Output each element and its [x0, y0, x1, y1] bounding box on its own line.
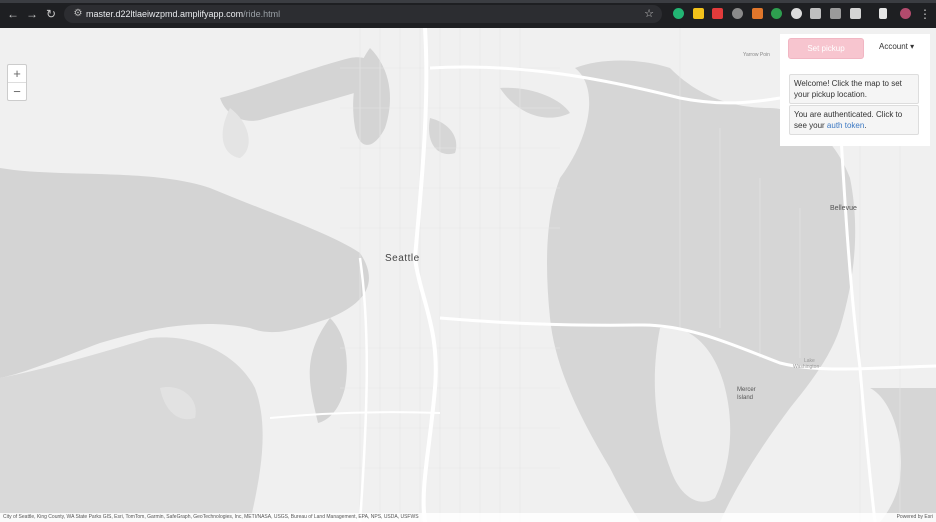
map-label-bellevue: Bellevue — [830, 205, 857, 212]
powered-by-link[interactable]: Powered by Esri — [897, 513, 933, 522]
reload-icon[interactable]: ↻ — [44, 7, 58, 21]
elliott-bay-water — [309, 318, 347, 423]
map-attribution: City of Seattle, King County, WA State P… — [0, 513, 936, 522]
extension-pen-icon[interactable] — [830, 8, 841, 19]
map-label-mercer-island: Mercer Island — [737, 387, 756, 401]
portage-bay-water — [429, 118, 457, 155]
zoom-in-button[interactable]: + — [8, 65, 26, 82]
zoom-out-button[interactable]: − — [8, 82, 26, 100]
extension-red-icon[interactable] — [712, 8, 723, 19]
extension-shield-icon[interactable] — [791, 8, 802, 19]
extensions-puzzle-icon[interactable] — [850, 8, 861, 19]
map-label-yarrow-point: Yarrow Poin — [743, 52, 770, 58]
back-icon[interactable]: ← — [6, 7, 20, 21]
extension-orange-icon[interactable] — [752, 8, 763, 19]
westside-arterial — [269, 411, 441, 419]
auth-message: You are authenticated. Click to see your… — [789, 105, 919, 135]
site-settings-icon[interactable]: ⚙ — [72, 8, 84, 20]
profile-avatar[interactable] — [900, 8, 911, 19]
side-panel-icon[interactable] — [879, 8, 887, 19]
extension-check-icon[interactable] — [771, 8, 782, 19]
address-bar[interactable]: ⚙ master.d22ltlaeiwzpmd.amplifyapp.com/r… — [64, 5, 662, 23]
bookmark-star-icon[interactable]: ☆ — [644, 7, 654, 21]
extension-globe-icon[interactable] — [732, 8, 743, 19]
i5-highway — [412, 28, 438, 522]
set-pickup-button[interactable]: Set pickup — [788, 38, 864, 59]
extension-yellow-icon[interactable] — [693, 8, 704, 19]
extension-grey-icon[interactable] — [810, 8, 821, 19]
forward-icon[interactable]: → — [25, 7, 39, 21]
map-label-lake-washington: Lake Washington — [793, 358, 820, 370]
control-panel: Set pickup Account ▾ Welcome! Click the … — [780, 34, 930, 146]
auth-token-link[interactable]: auth token — [827, 121, 864, 130]
browser-toolbar: ← → ↻ ⚙ master.d22ltlaeiwzpmd.amplifyapp… — [0, 0, 936, 28]
attribution-sources: City of Seattle, King County, WA State P… — [3, 514, 419, 520]
zoom-control: + − — [7, 64, 27, 101]
tab-strip — [0, 0, 936, 3]
map-label-seattle: Seattle — [385, 253, 420, 264]
url-text[interactable]: master.d22ltlaeiwzpmd.amplifyapp.com/rid… — [86, 8, 280, 20]
union-bay-water — [500, 87, 570, 118]
lake-sammamish-water — [870, 388, 936, 522]
welcome-message: Welcome! Click the map to set your picku… — [789, 74, 919, 104]
browser-menu-icon[interactable]: ⋮ — [918, 7, 932, 21]
extension-green-icon[interactable] — [673, 8, 684, 19]
account-dropdown[interactable]: Account ▾ — [879, 42, 914, 51]
